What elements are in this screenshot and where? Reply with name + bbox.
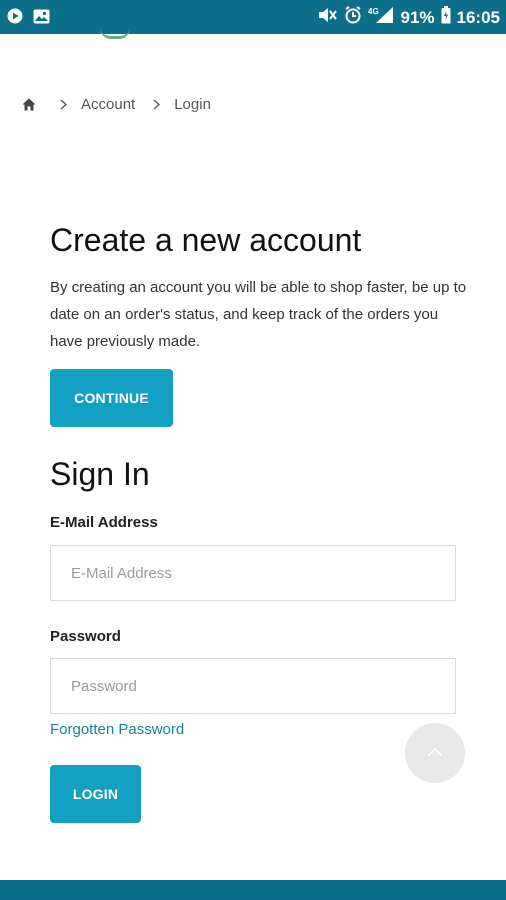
scroll-top-button[interactable] — [405, 723, 465, 783]
image-icon — [32, 7, 50, 25]
email-label: E-Mail Address — [50, 514, 158, 531]
play-icon — [6, 7, 24, 25]
email-field[interactable] — [50, 545, 456, 601]
password-label: Password — [50, 628, 121, 645]
login-button[interactable]: LOGIN — [50, 765, 141, 823]
password-field[interactable] — [50, 658, 456, 714]
logo-fragment — [100, 28, 130, 39]
chevron-right-icon — [153, 97, 161, 113]
battery-icon — [441, 6, 451, 29]
sign-in-title: Sign In — [50, 456, 150, 492]
clock: 16:05 — [456, 7, 500, 27]
create-account-description: By creating an account you will be able … — [50, 279, 467, 350]
chevron-up-icon — [427, 744, 443, 762]
svg-text:4G: 4G — [368, 7, 379, 16]
status-right: 4G 91% 16:05 — [318, 6, 500, 29]
status-left — [6, 7, 50, 25]
battery-percent: 91% — [400, 7, 435, 27]
footer-bar — [0, 880, 506, 900]
mute-icon — [318, 7, 338, 28]
create-account-title: Create a new account — [50, 222, 362, 258]
continue-button[interactable]: CONTINUE — [50, 369, 173, 427]
alarm-icon — [344, 6, 362, 29]
chevron-right-icon — [60, 97, 68, 113]
signal-icon: 4G — [368, 6, 394, 29]
status-bar: 4G 91% 16:05 — [0, 0, 506, 34]
breadcrumb: Account Login — [22, 96, 211, 113]
breadcrumb-item-account[interactable]: Account — [81, 96, 135, 113]
breadcrumb-item-login[interactable]: Login — [174, 96, 211, 113]
forgotten-password-link[interactable]: Forgotten Password — [50, 721, 184, 738]
home-icon[interactable] — [22, 98, 36, 112]
